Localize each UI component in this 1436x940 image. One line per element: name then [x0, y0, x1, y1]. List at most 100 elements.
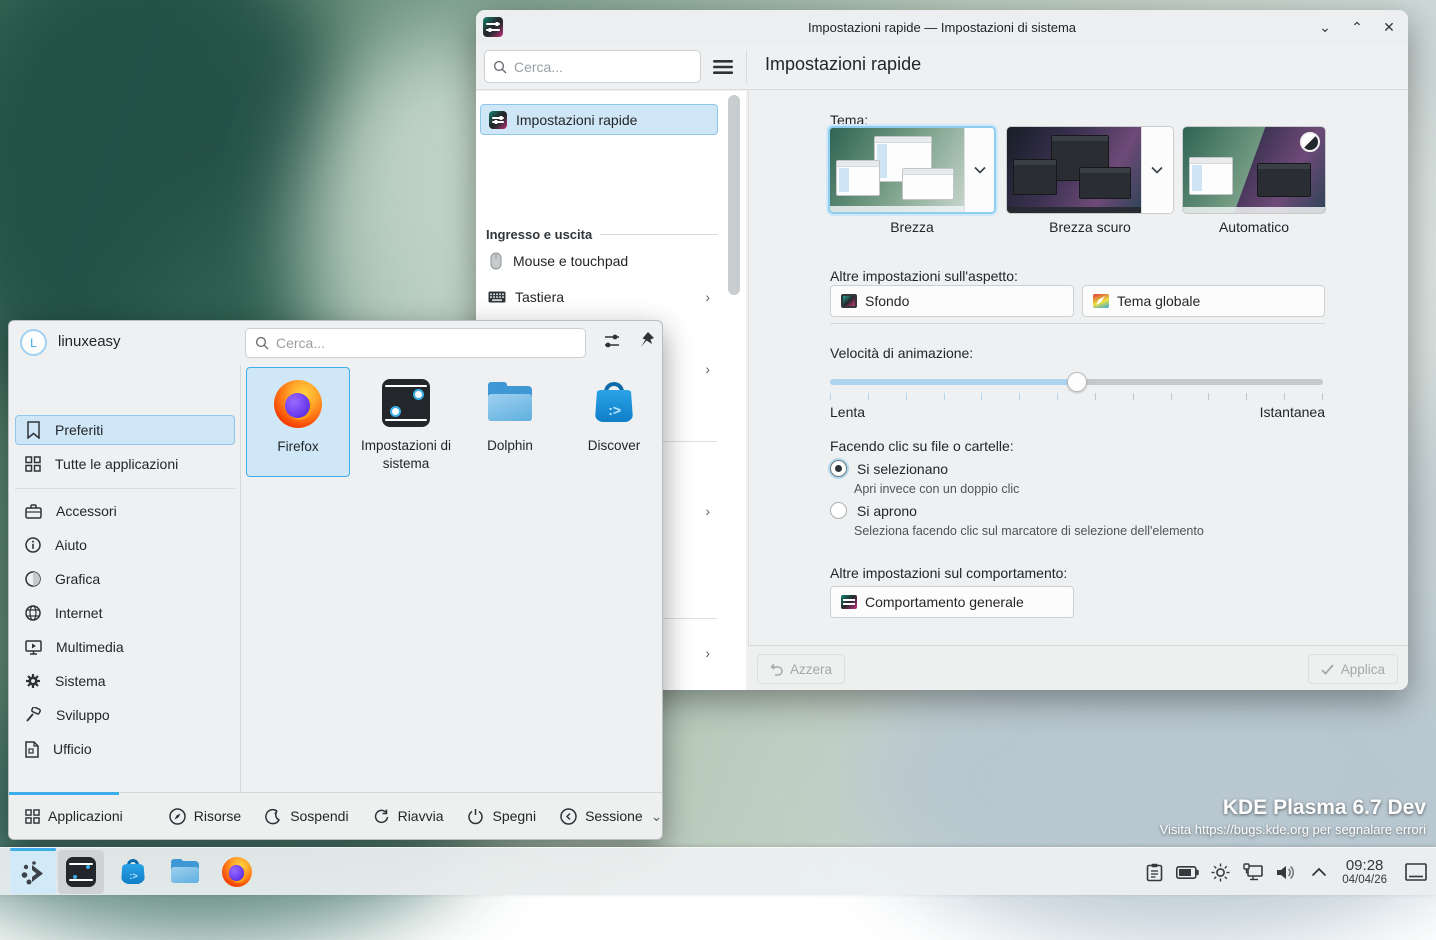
close-icon[interactable]: ✕ — [1380, 19, 1398, 36]
category-tutte-le-applicazioni[interactable]: Tutte le applicazioni — [15, 449, 235, 479]
system-tray: 09:28 04/04/26 — [1142, 848, 1436, 896]
category-internet[interactable]: Internet — [15, 598, 235, 628]
launcher-search-field[interactable] — [245, 328, 586, 358]
category-label: Multimedia — [56, 639, 124, 655]
minimize-icon[interactable]: ⌄ — [1316, 19, 1334, 36]
tab-risorse[interactable]: Risorse — [157, 793, 253, 839]
action-label: Sessione — [585, 808, 643, 824]
expand-tray-chevron-up-icon[interactable] — [1307, 860, 1331, 884]
clipboard-icon[interactable] — [1142, 860, 1166, 884]
app-tile-firefox[interactable]: Firefox — [246, 367, 350, 477]
app-tile-dolphin[interactable]: Dolphin — [458, 367, 562, 477]
category-sistema[interactable]: Sistema — [15, 666, 235, 696]
category-ufficio[interactable]: Ufficio — [15, 734, 235, 764]
apply-button[interactable]: Applica — [1308, 654, 1398, 684]
dolphin-icon — [486, 379, 534, 427]
bug-report-text: Visita https://bugs.kde.org per segnalar… — [1160, 822, 1426, 837]
app-tile-discover[interactable]: :> Discover — [562, 367, 663, 477]
applications-grid-icon — [25, 809, 40, 824]
settings-search-input[interactable] — [514, 59, 692, 75]
category-grafica[interactable]: Grafica — [15, 564, 235, 594]
mouse-icon — [488, 252, 504, 270]
app-label: Dolphin — [487, 437, 533, 455]
sidebar-item-tastiera[interactable]: Tastiera › — [480, 281, 718, 312]
launcher-search-input[interactable] — [276, 335, 576, 351]
configure-icon[interactable] — [601, 331, 623, 353]
clock-date: 04/04/26 — [1342, 874, 1387, 887]
maximize-icon[interactable]: ⌃ — [1348, 19, 1366, 36]
network-icon[interactable] — [1241, 860, 1265, 884]
sidebar-item-impostazioni-rapide[interactable]: Impostazioni rapide — [480, 104, 718, 135]
search-icon — [255, 336, 269, 350]
taskbar-dolphin-button[interactable] — [162, 850, 208, 894]
app-launcher-button[interactable] — [10, 850, 56, 894]
theme-preview-brezza — [830, 128, 964, 212]
taskbar-firefox-button[interactable] — [214, 850, 260, 894]
restart-icon — [373, 808, 390, 825]
reset-button[interactable]: Azzera — [757, 654, 845, 684]
globe-icon — [25, 605, 41, 621]
app-label: Firefox — [277, 438, 318, 456]
radio-unselected-icon[interactable] — [830, 502, 847, 519]
suspend-button[interactable]: z Sospendi — [253, 808, 360, 825]
slider-handle[interactable] — [1067, 372, 1087, 392]
pin-icon[interactable] — [637, 330, 657, 352]
settings-titlebar[interactable]: Impostazioni rapide — Impostazioni di si… — [476, 10, 1408, 44]
comportamento-generale-button[interactable]: Comportamento generale — [830, 586, 1074, 618]
sidebar-section-ingresso-e-uscita: Ingresso e uscita — [486, 227, 718, 242]
digital-clock[interactable]: 09:28 04/04/26 — [1342, 857, 1387, 887]
application-launcher-popup: L linuxeasy Preferiti Tutte le applicazi… — [8, 320, 663, 840]
action-label: Spegni — [492, 808, 536, 824]
theme-card-brezza[interactable] — [828, 126, 996, 214]
chevron-right-icon: › — [705, 645, 710, 661]
restart-button[interactable]: Riavvia — [361, 808, 456, 825]
username-text: linuxeasy — [58, 333, 121, 350]
category-aiuto[interactable]: Aiuto — [15, 530, 235, 560]
volume-icon[interactable] — [1274, 860, 1298, 884]
category-label: Aiuto — [55, 537, 87, 553]
tab-applicazioni[interactable]: Applicazioni — [9, 793, 135, 839]
launcher-categories: Preferiti Tutte le applicazioni Accessor… — [9, 365, 241, 792]
taskbar-discover-button[interactable]: :> — [110, 850, 156, 894]
category-sviluppo[interactable]: Sviluppo — [15, 700, 235, 730]
animation-speed-label: Velocità di animazione: — [830, 345, 973, 361]
theme-card-automatico[interactable] — [1182, 126, 1326, 214]
general-behavior-icon — [841, 595, 857, 609]
settings-search-field[interactable] — [484, 50, 701, 83]
radio-selected-icon[interactable] — [830, 460, 847, 477]
theme-card-brezza-scuro[interactable] — [1006, 126, 1174, 214]
category-preferiti[interactable]: Preferiti — [15, 415, 235, 445]
user-avatar[interactable]: L — [20, 329, 47, 356]
tab-label: Risorse — [194, 808, 241, 824]
theme-brezza-dropdown-button[interactable] — [964, 128, 994, 212]
sidebar-item-mouse-e-touchpad[interactable]: Mouse e touchpad — [480, 245, 718, 276]
animation-speed-slider[interactable] — [830, 372, 1323, 392]
tema-globale-button[interactable]: Tema globale — [1082, 285, 1325, 317]
action-label: Riavvia — [398, 808, 444, 824]
battery-icon[interactable] — [1175, 860, 1199, 884]
radio-description: Seleziona facendo clic sul marcatore di … — [854, 524, 1204, 538]
brightness-icon[interactable] — [1208, 860, 1232, 884]
session-button[interactable]: Sessione ⌄ — [548, 808, 663, 825]
radio-si-selezionano[interactable]: Si selezionano — [830, 460, 948, 477]
theme-name-automatico: Automatico — [1182, 219, 1326, 235]
taskbar-system-settings-button[interactable] — [58, 850, 104, 894]
app-label: Impostazioni di sistema — [356, 437, 456, 473]
category-accessori[interactable]: Accessori — [15, 496, 235, 526]
sidebar-scrollbar[interactable] — [728, 95, 740, 295]
sfondo-button[interactable]: Sfondo — [830, 285, 1074, 317]
radio-si-aprono[interactable]: Si aprono — [830, 502, 917, 519]
app-tile-impostazioni-di-sistema[interactable]: Impostazioni di sistema — [354, 367, 458, 477]
show-desktop-button[interactable] — [1404, 860, 1428, 884]
hamburger-menu-icon[interactable] — [710, 54, 736, 80]
tab-label: Applicazioni — [48, 808, 123, 824]
all-apps-grid-icon — [25, 456, 41, 472]
button-label: Sfondo — [865, 293, 909, 309]
theme-name-brezza-scuro: Brezza scuro — [1006, 219, 1174, 235]
shutdown-button[interactable]: Spegni — [455, 808, 548, 825]
category-multimedia[interactable]: Multimedia — [15, 632, 235, 662]
theme-brezza-scuro-dropdown-button[interactable] — [1141, 127, 1171, 213]
avatar-letter: L — [30, 336, 37, 350]
category-label: Ufficio — [53, 741, 92, 757]
animation-max-label: Istantanea — [830, 404, 1325, 420]
